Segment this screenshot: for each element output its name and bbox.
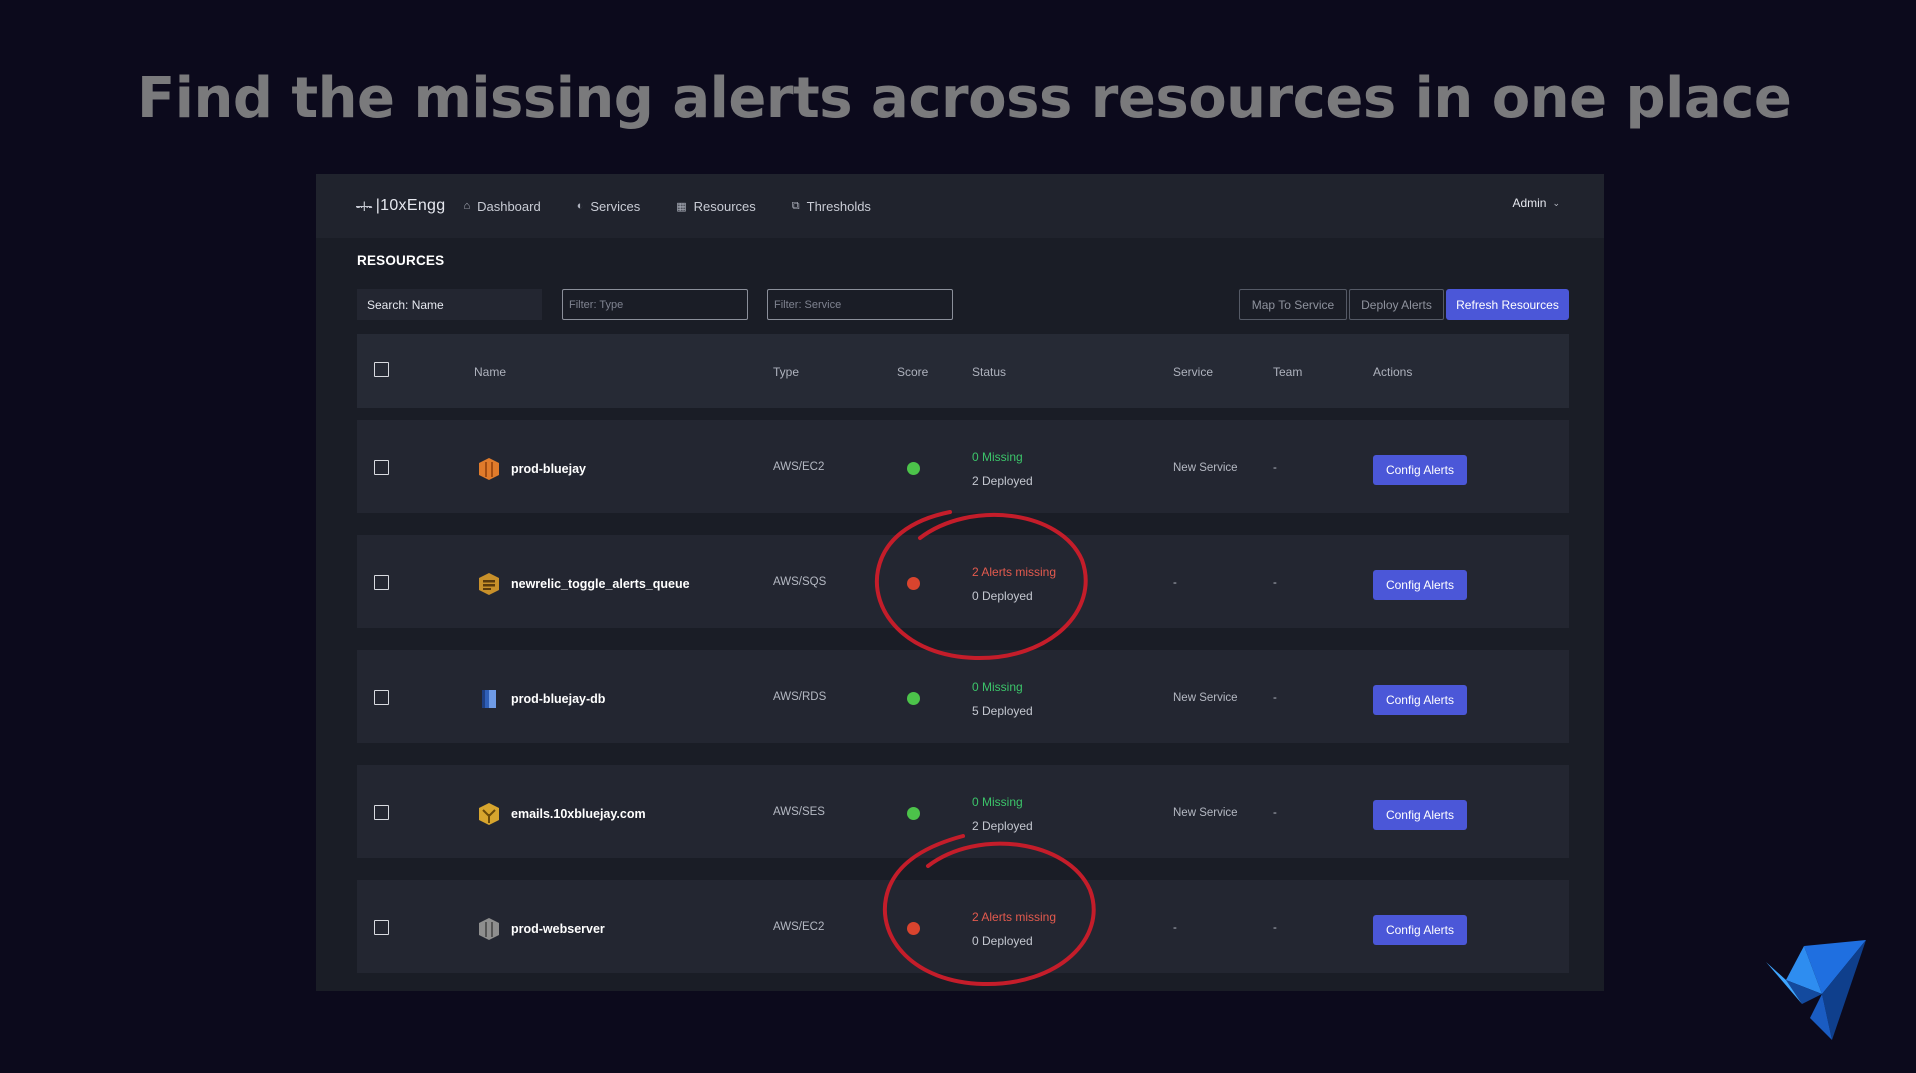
nav-dashboard[interactable]: ⌂ Dashboard xyxy=(463,199,540,214)
config-alerts-button[interactable]: Config Alerts xyxy=(1373,915,1467,945)
resource-name[interactable]: prod-webserver xyxy=(511,922,605,936)
status-missing: 0 Missing xyxy=(972,450,1023,464)
score-indicator-alert xyxy=(907,577,920,590)
ec2-icon xyxy=(479,458,499,480)
resource-name[interactable]: emails.10xbluejay.com xyxy=(511,807,646,821)
resource-type: AWS/RDS xyxy=(773,691,827,703)
slide-headline: Find the missing alerts across resources… xyxy=(137,66,1792,131)
score-indicator-ok xyxy=(907,807,920,820)
score-indicator-ok xyxy=(907,462,920,475)
app-window: -·ǀ·- |10xEngg ⌂ Dashboard ◐ Services ▦ … xyxy=(316,174,1604,991)
resource-service: New Service xyxy=(1173,692,1238,704)
deploy-alerts-button[interactable]: Deploy Alerts xyxy=(1349,289,1444,320)
column-header-score[interactable]: Score xyxy=(897,365,928,379)
map-to-service-button[interactable]: Map To Service xyxy=(1239,289,1347,320)
resource-team: - xyxy=(1273,462,1277,474)
status-deployed: 2 Deployed xyxy=(972,819,1033,833)
table-header: Name Type Score Status Service Team Acti… xyxy=(357,334,1569,408)
resource-service: - xyxy=(1173,577,1177,589)
rds-icon xyxy=(482,690,496,708)
status-deployed: 0 Deployed xyxy=(972,589,1033,603)
config-alerts-button[interactable]: Config Alerts xyxy=(1373,570,1467,600)
chevron-down-icon: ⌄ xyxy=(1552,197,1560,208)
resource-type: AWS/SQS xyxy=(773,576,827,588)
table-row: prod-bluejay AWS/EC2 0 Missing 2 Deploye… xyxy=(357,420,1569,513)
resource-type: AWS/EC2 xyxy=(773,461,825,473)
search-input[interactable] xyxy=(357,289,542,320)
logo-text: |10xEngg xyxy=(375,197,446,214)
refresh-resources-button[interactable]: Refresh Resources xyxy=(1446,289,1569,320)
ec2-icon xyxy=(479,918,499,940)
resource-name[interactable]: prod-bluejay xyxy=(511,462,586,476)
resource-service: New Service xyxy=(1173,462,1238,474)
config-alerts-button[interactable]: Config Alerts xyxy=(1373,685,1467,715)
status-missing: 0 Missing xyxy=(972,795,1023,809)
circle-icon: ◐ xyxy=(576,200,584,212)
status-deployed: 0 Deployed xyxy=(972,934,1033,948)
score-indicator-ok xyxy=(907,692,920,705)
copy-icon: ⧉ xyxy=(791,199,800,212)
resource-team: - xyxy=(1273,577,1277,589)
column-header-name[interactable]: Name xyxy=(474,365,506,379)
resource-service: New Service xyxy=(1173,807,1238,819)
row-checkbox[interactable] xyxy=(374,460,389,475)
ses-icon xyxy=(479,803,499,825)
column-header-status[interactable]: Status xyxy=(972,365,1006,379)
sqs-icon xyxy=(479,573,499,595)
user-menu-label: Admin xyxy=(1512,196,1547,210)
grid-icon: ▦ xyxy=(676,200,687,213)
filter-type-input[interactable] xyxy=(562,289,748,320)
row-checkbox[interactable] xyxy=(374,805,389,820)
resource-name[interactable]: prod-bluejay-db xyxy=(511,692,605,706)
resource-name[interactable]: newrelic_toggle_alerts_queue xyxy=(511,577,690,591)
page-title: RESOURCES xyxy=(357,253,445,268)
status-deployed: 2 Deployed xyxy=(972,474,1033,488)
resource-type: AWS/SES xyxy=(773,806,825,818)
top-navbar: -·ǀ·- |10xEngg ⌂ Dashboard ◐ Services ▦ … xyxy=(316,174,1604,238)
select-all-checkbox[interactable] xyxy=(374,362,389,377)
status-missing: 2 Alerts missing xyxy=(972,565,1057,579)
table-row: emails.10xbluejay.com AWS/SES 0 Missing … xyxy=(357,765,1569,858)
row-checkbox[interactable] xyxy=(374,920,389,935)
filter-service-input[interactable] xyxy=(767,289,953,320)
column-header-type[interactable]: Type xyxy=(773,365,799,379)
column-header-service[interactable]: Service xyxy=(1173,365,1213,379)
home-icon: ⌂ xyxy=(463,200,471,212)
status-missing: 2 Alerts missing xyxy=(972,910,1057,924)
resource-team: - xyxy=(1273,922,1277,934)
resource-team: - xyxy=(1273,807,1277,819)
table-row: prod-bluejay-db AWS/RDS 0 Missing 5 Depl… xyxy=(357,650,1569,743)
resource-team: - xyxy=(1273,692,1277,704)
user-menu[interactable]: Admin ⌄ xyxy=(1512,196,1560,210)
nav-label: Thresholds xyxy=(806,198,871,214)
nav-thresholds[interactable]: ⧉ Thresholds xyxy=(792,199,871,214)
nav-label: Services xyxy=(590,198,641,214)
status-missing: 0 Missing xyxy=(972,680,1023,694)
resource-service: - xyxy=(1173,922,1177,934)
column-header-actions: Actions xyxy=(1373,365,1413,379)
row-checkbox[interactable] xyxy=(374,575,389,590)
column-header-team[interactable]: Team xyxy=(1273,365,1302,379)
nav-label: Resources xyxy=(693,198,756,214)
config-alerts-button[interactable]: Config Alerts xyxy=(1373,800,1467,830)
table-row: newrelic_toggle_alerts_queue AWS/SQS 2 A… xyxy=(357,535,1569,628)
score-indicator-alert xyxy=(907,922,920,935)
nav-label: Dashboard xyxy=(477,198,541,214)
resource-type: AWS/EC2 xyxy=(773,921,825,933)
status-deployed: 5 Deployed xyxy=(972,704,1033,718)
row-checkbox[interactable] xyxy=(374,690,389,705)
bird-logo-icon xyxy=(1766,940,1866,1040)
config-alerts-button[interactable]: Config Alerts xyxy=(1373,455,1467,485)
brand-logo[interactable]: -·ǀ·- |10xEngg xyxy=(356,197,445,215)
logo-mark: -·ǀ·- xyxy=(356,198,373,214)
table-row: prod-webserver AWS/EC2 2 Alerts missing … xyxy=(357,880,1569,973)
nav-resources[interactable]: ▦ Resources xyxy=(676,199,756,214)
nav-services[interactable]: ◐ Services xyxy=(577,199,641,214)
